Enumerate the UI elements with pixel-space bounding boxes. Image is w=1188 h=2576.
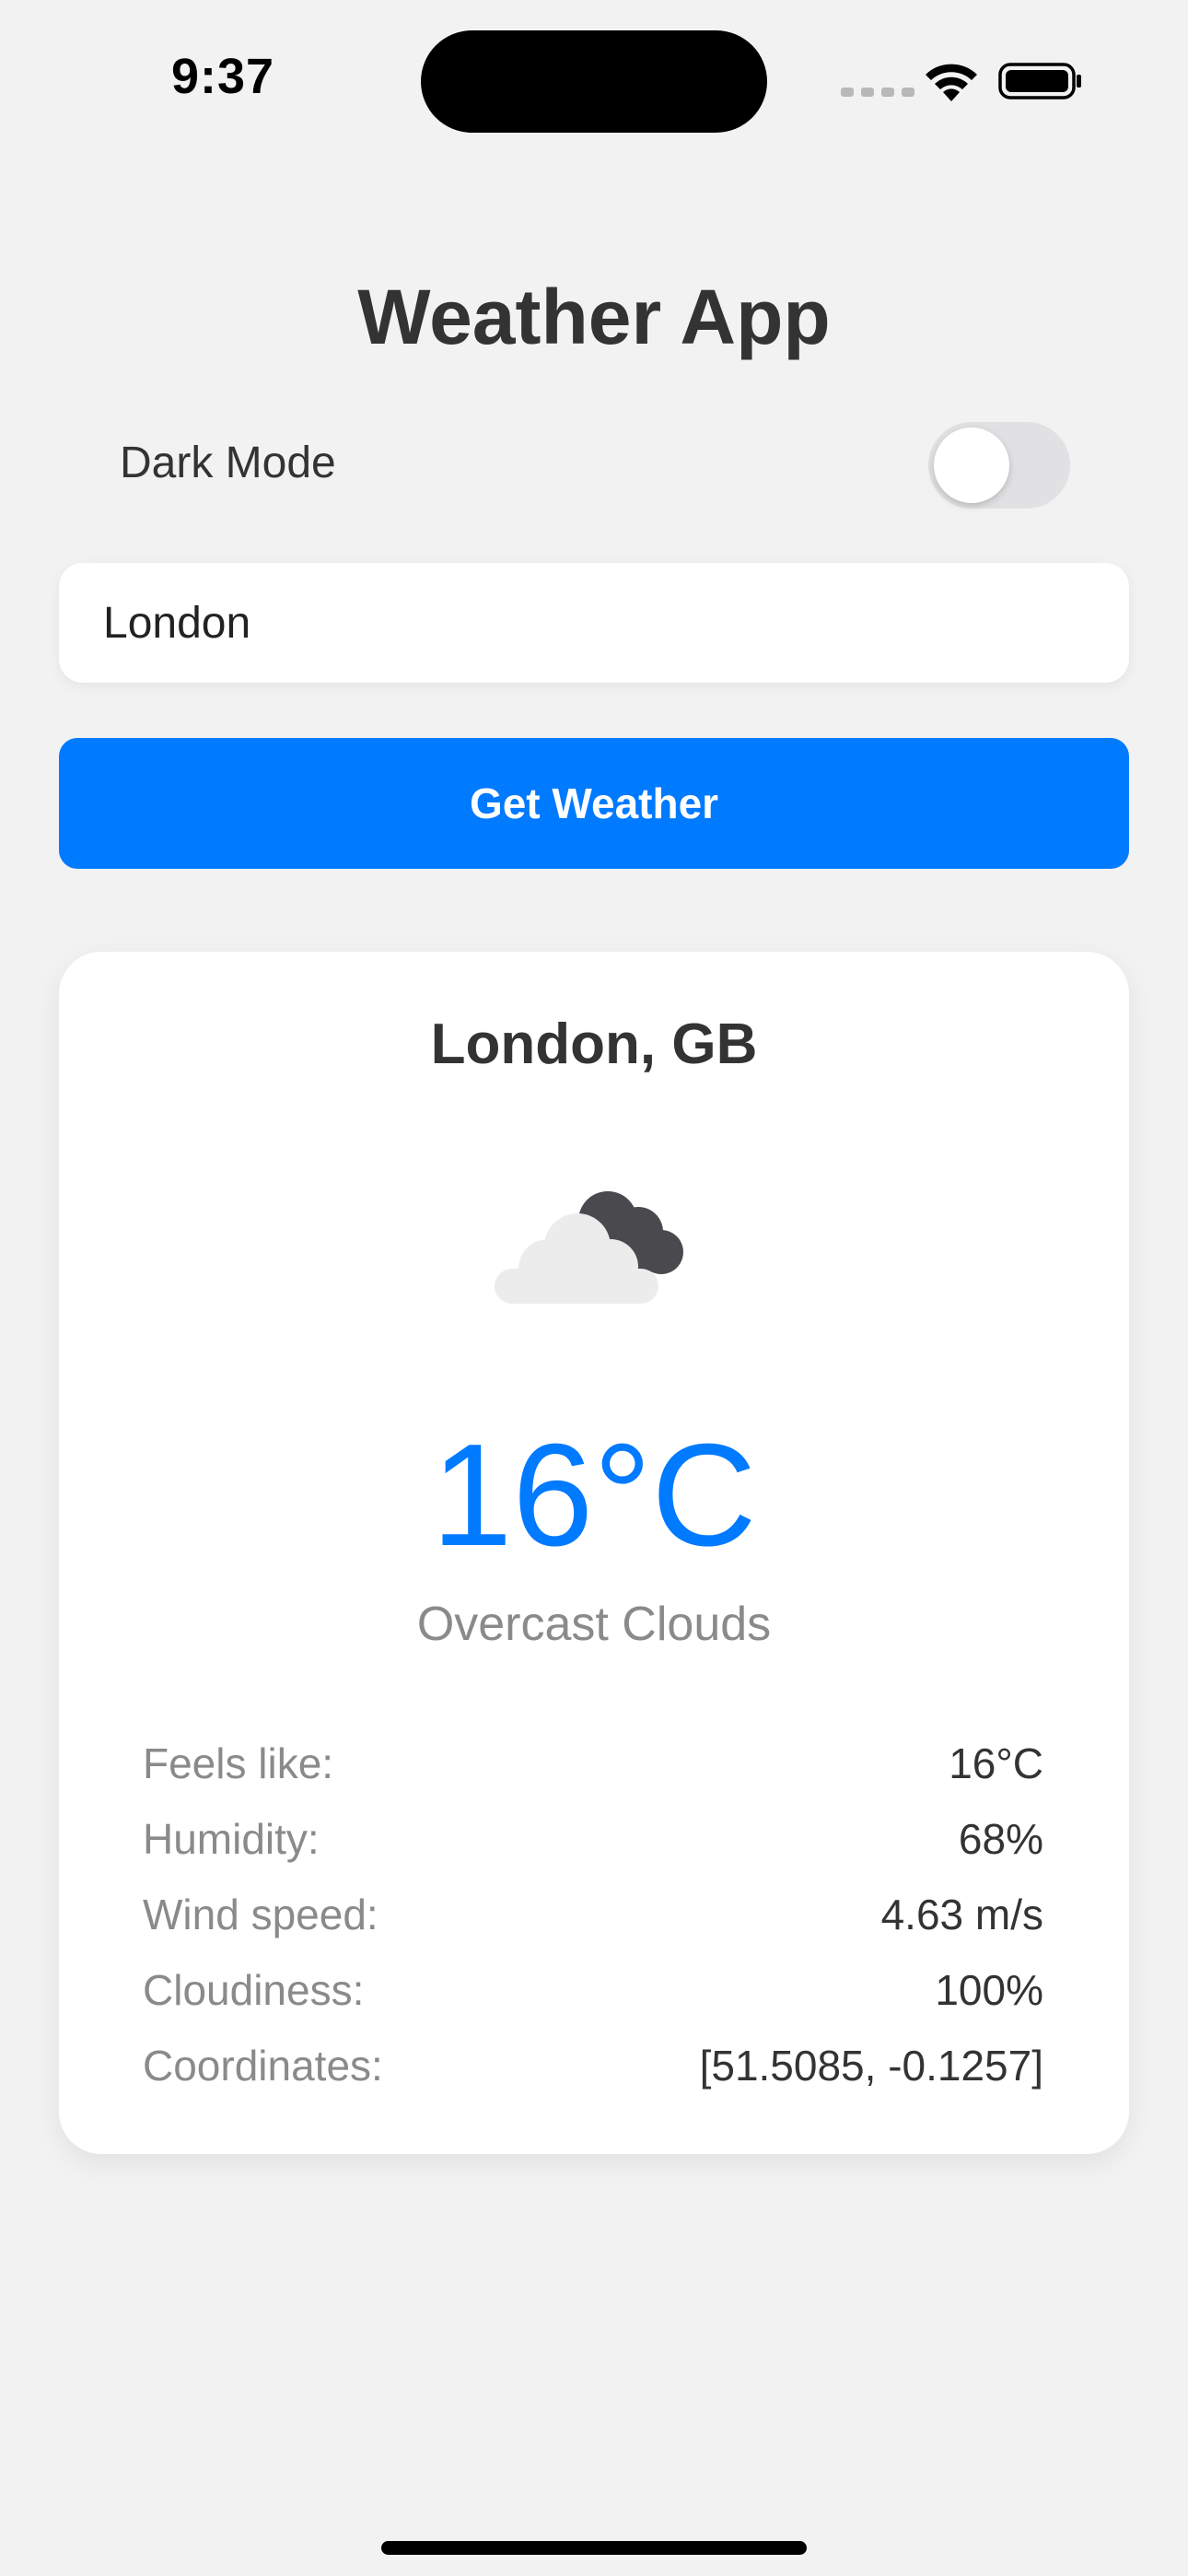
overcast-clouds-icon — [495, 1191, 683, 1304]
status-time: 9:37 — [171, 49, 275, 104]
detail-label: Cloudiness: — [143, 1966, 365, 2014]
weather-card: London, GB 16°C Overcast Clouds Feels li… — [59, 952, 1129, 2154]
home-indicator[interactable] — [381, 2541, 807, 2555]
detail-row-coordinates: Coordinates: [51.5085, -0.1257] — [143, 2028, 1043, 2103]
weather-condition: Overcast Clouds — [416, 1598, 772, 1651]
detail-value: 100% — [935, 1966, 1043, 2014]
detail-value: 4.63 m/s — [880, 1891, 1043, 1938]
detail-row-humidity: Humidity: 68% — [143, 1801, 1043, 1877]
detail-row-cloudiness: Cloudiness: 100% — [143, 1952, 1043, 2028]
status-bar: 9:37 — [0, 0, 1188, 157]
dark-mode-toggle[interactable] — [928, 422, 1070, 509]
city-search-input[interactable] — [59, 563, 1129, 683]
dark-mode-label: Dark Mode — [120, 439, 336, 487]
detail-label: Wind speed: — [143, 1891, 379, 1938]
get-weather-button[interactable]: Get Weather — [59, 738, 1129, 869]
weather-details: Feels like: 16°C Humidity: 68% Wind spee… — [143, 1726, 1043, 2103]
toggle-knob — [934, 427, 1009, 503]
cellular-signal-icon — [841, 88, 914, 97]
detail-row-feels-like: Feels like: 16°C — [143, 1726, 1043, 1801]
detail-value: 16°C — [949, 1739, 1043, 1787]
temperature: 16°C — [431, 1414, 757, 1576]
detail-value: [51.5085, -0.1257] — [699, 2042, 1043, 2090]
detail-label: Humidity: — [143, 1815, 320, 1863]
wifi-icon — [926, 64, 977, 101]
detail-value: 68% — [958, 1815, 1043, 1863]
dynamic-island — [421, 30, 767, 133]
detail-label: Feels like: — [143, 1739, 334, 1787]
detail-row-wind-speed: Wind speed: 4.63 m/s — [143, 1877, 1043, 1952]
page-title: Weather App — [357, 274, 831, 360]
battery-icon — [998, 63, 1081, 100]
location-name: London, GB — [430, 1013, 758, 1076]
detail-label: Coordinates: — [143, 2042, 383, 2090]
